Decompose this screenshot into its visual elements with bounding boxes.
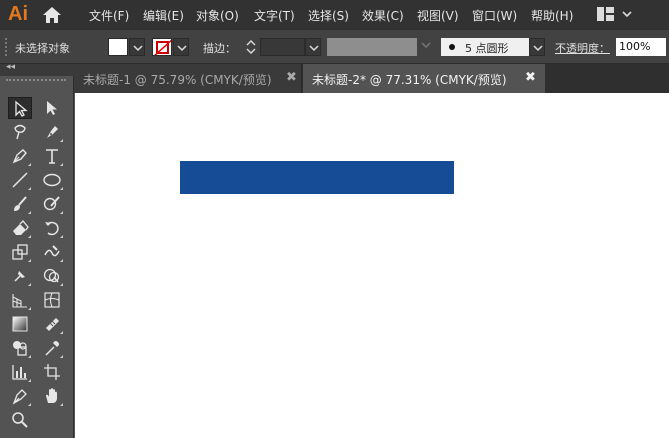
blue-rectangle[interactable] — [180, 161, 454, 194]
fill-dropdown[interactable] — [129, 38, 145, 56]
brush-name: 点圆形 — [475, 42, 509, 55]
toolbar-grip[interactable] — [6, 79, 66, 91]
app-logo: Ai — [8, 3, 28, 25]
paintbrush-tool-icon[interactable] — [8, 193, 32, 215]
brush-size: 5 — [465, 42, 472, 55]
brush-dropdown[interactable] — [529, 38, 545, 56]
eraser-tool-icon[interactable] — [8, 217, 32, 239]
tab-title: 未标题-2* @ 77.31% (CMYK/预览) — [312, 73, 507, 87]
shape-builder-tool-icon[interactable] — [40, 265, 64, 287]
type-tool-icon[interactable] — [40, 145, 64, 167]
chevron-down-icon — [177, 45, 187, 52]
rotate-tool-icon[interactable] — [40, 217, 64, 239]
control-panel: 未选择对象 描边： 5 点圆形 不透明度： 100% — [0, 30, 669, 64]
home-icon[interactable] — [42, 6, 62, 24]
panel-grip[interactable] — [5, 38, 7, 56]
round-brush-icon — [449, 44, 455, 50]
ellipse-tool-icon[interactable] — [40, 169, 64, 191]
brush-definition[interactable]: 5 点圆形 — [441, 38, 529, 56]
lasso-tool-icon[interactable] — [40, 121, 64, 143]
stroke-weight-input[interactable] — [260, 38, 305, 56]
no-stroke-icon — [154, 39, 171, 55]
hand-tool-icon[interactable] — [40, 385, 64, 407]
live-paint-bucket-icon[interactable] — [8, 337, 32, 359]
menu-select[interactable]: 选择(S) — [308, 7, 349, 24]
stroke-label[interactable]: 描边： — [203, 40, 236, 56]
document-tab-1[interactable]: 未标题-1 @ 75.79% (CMYK/预览) ✖ — [74, 64, 302, 93]
direct-selection-tool-icon[interactable] — [40, 97, 64, 119]
chevron-down-icon[interactable] — [621, 8, 633, 20]
toolbar-collapse-strip[interactable]: ◂◂ — [0, 62, 74, 76]
selection-tool-icon[interactable] — [8, 97, 32, 119]
artboard-canvas[interactable] — [75, 93, 669, 438]
pen-tool-icon[interactable] — [8, 145, 32, 167]
selection-status: 未选择对象 — [15, 42, 70, 55]
opacity-label[interactable]: 不透明度： — [555, 40, 610, 56]
document-tab-2[interactable]: 未标题-2* @ 77.31% (CMYK/预览) ✖ — [303, 64, 545, 93]
menu-edit[interactable]: 编辑(E) — [143, 7, 184, 24]
workspace-layout-icon[interactable] — [597, 7, 614, 21]
scale-tool-icon[interactable] — [8, 241, 32, 263]
chevron-down-icon — [309, 45, 319, 52]
menu-effect[interactable]: 效果(C) — [362, 7, 404, 24]
artboard-tool-icon[interactable] — [40, 361, 64, 383]
menu-bar: Ai 文件(F) 编辑(E) 对象(O) 文字(T) 选择(S) 效果(C) 视… — [0, 0, 669, 30]
zoom-tool-icon[interactable] — [8, 409, 32, 431]
magic-wand-tool-icon[interactable] — [8, 121, 32, 143]
menu-help[interactable]: 帮助(H) — [531, 7, 573, 24]
perspective-grid-tool-icon[interactable] — [8, 289, 32, 311]
tools-panel — [0, 76, 74, 438]
collapse-icon: ◂◂ — [6, 62, 16, 72]
menu-object[interactable]: 对象(O) — [196, 7, 239, 24]
chevron-down-icon — [133, 45, 143, 52]
menu-window[interactable]: 窗口(W) — [472, 7, 517, 24]
menu-view[interactable]: 视图(V) — [417, 7, 459, 24]
fill-swatch[interactable] — [108, 38, 128, 56]
gradient-tool-icon[interactable] — [8, 313, 32, 335]
stroke-swatch[interactable] — [152, 38, 172, 56]
close-icon[interactable]: ✖ — [525, 70, 536, 85]
stroke-weight-dropdown[interactable] — [305, 38, 321, 56]
chevron-down-icon — [533, 45, 543, 52]
column-graph-tool-icon[interactable] — [8, 361, 32, 383]
warp-tool-icon[interactable] — [40, 241, 64, 263]
slice-tool-icon[interactable] — [40, 313, 64, 335]
blob-brush-tool-icon[interactable] — [40, 193, 64, 215]
document-tab-strip: 未标题-1 @ 75.79% (CMYK/预览) ✖ 未标题-2* @ 77.3… — [74, 64, 669, 93]
line-segment-tool-icon[interactable] — [8, 169, 32, 191]
tab-title: 未标题-1 @ 75.79% (CMYK/预览) — [83, 73, 272, 87]
slice-select-tool-icon[interactable] — [8, 385, 32, 407]
stroke-color-dropdown[interactable] — [173, 38, 189, 56]
opacity-input[interactable]: 100% — [616, 38, 666, 56]
mesh-tool-icon[interactable] — [40, 289, 64, 311]
stroke-weight-stepper[interactable] — [244, 38, 258, 56]
menu-file[interactable]: 文件(F) — [89, 7, 129, 24]
eyedropper-tool-icon[interactable] — [40, 337, 64, 359]
menu-type[interactable]: 文字(T) — [254, 7, 295, 24]
close-icon[interactable]: ✖ — [286, 70, 297, 85]
chevron-down-icon[interactable] — [421, 41, 431, 49]
variable-width-profile[interactable] — [327, 38, 417, 56]
puppet-warp-tool-icon[interactable] — [8, 265, 32, 287]
